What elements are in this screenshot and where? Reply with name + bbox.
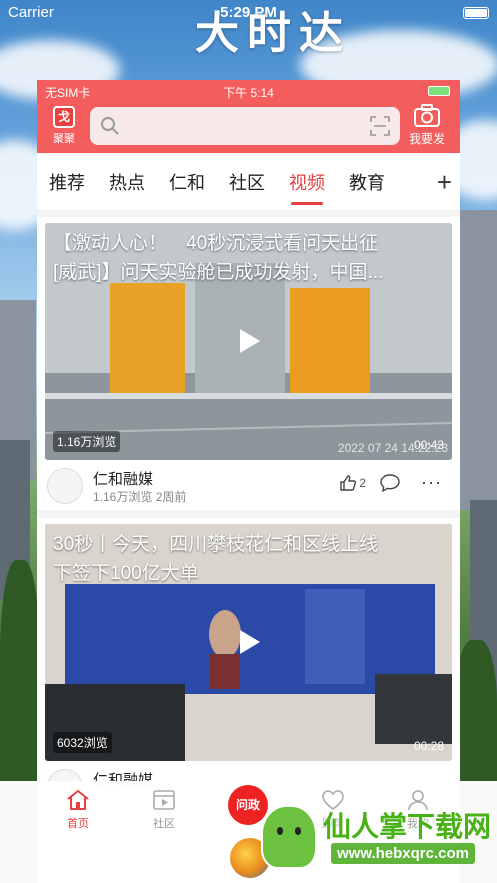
logo-icon: 戈 (53, 106, 75, 128)
avatar[interactable] (47, 468, 83, 504)
site-watermark: 仙人掌下载网 www.hebxqrc.com (261, 797, 491, 875)
views-badge: 1.16万浏览 (53, 431, 121, 452)
search-icon (101, 117, 119, 135)
splash-calligraphy: 大时达 (195, 8, 351, 59)
home-icon (67, 789, 89, 810)
post-label: 我要发 (408, 132, 445, 146)
tab-community[interactable]: 社区 (229, 169, 265, 195)
video-duration: 00:43 (413, 438, 444, 452)
post-stats: 1.16万浏览 2周前 (93, 490, 187, 504)
post-button[interactable]: 我要发 (404, 104, 450, 147)
watermark-url: www.hebxqrc.com (331, 843, 475, 864)
comment-icon[interactable] (380, 474, 400, 492)
tab-hot[interactable]: 热点 (109, 169, 145, 195)
like-count: 2 (359, 476, 366, 490)
nav-home[interactable]: 首页 (48, 789, 108, 831)
watermark-title: 仙人掌下载网 (323, 811, 492, 842)
tab-renhe[interactable]: 仁和 (169, 169, 205, 195)
logo-label: 聚聚 (53, 133, 75, 145)
inner-status-bar: 无SIM卡 下午 5:14 (37, 80, 460, 102)
video-title: 【激动人心！ 40秒沉浸式看问天出征 [威武]】问天实验舱已成功发射，中国... (53, 233, 384, 283)
cactus-mascot-icon (261, 805, 317, 869)
battery-icon (428, 86, 450, 96)
play-icon[interactable] (233, 326, 263, 356)
play-icon[interactable] (233, 627, 263, 657)
video-thumbnail[interactable]: 【激动人心！ 40秒沉浸式看问天出征 [威武]】问天实验舱已成功发射，中国...… (45, 223, 452, 460)
video-thumbnail[interactable]: 30秒丨今天，四川攀枝花仁和区线上线 下签下100亿大单 6032浏览 00:2… (45, 524, 452, 761)
nav-community[interactable]: 社区 (134, 789, 194, 831)
video-icon (153, 790, 175, 810)
video-title: 30秒丨今天，四川攀枝花仁和区线上线 下签下100亿大单 (53, 534, 379, 584)
views-badge: 6032浏览 (53, 732, 112, 753)
app-header: 无SIM卡 下午 5:14 戈 聚聚 我要发 (37, 80, 460, 153)
scan-icon[interactable] (370, 116, 390, 136)
app-logo-button[interactable]: 戈 聚聚 (49, 106, 79, 146)
tab-video[interactable]: 视频 (289, 169, 325, 205)
battery-icon (463, 7, 489, 19)
card-meta: 仁和融媒 1.16万浏览 2周前 2 ··· (45, 460, 452, 510)
like-button[interactable]: 2 (339, 474, 366, 492)
video-feed: 【激动人心！ 40秒沉浸式看问天出征 [威武]】问天实验舱已成功发射，中国...… (37, 211, 460, 811)
video-card: 【激动人心！ 40秒沉浸式看问天出征 [威武]】问天实验舱已成功发射，中国...… (37, 217, 460, 510)
channel-tabs: 推荐 热点 仁和 社区 视频 教育 + (37, 153, 460, 211)
tab-recommend[interactable]: 推荐 (49, 169, 85, 195)
camera-icon (414, 104, 440, 127)
tab-education[interactable]: 教育 (349, 169, 385, 195)
video-card: 30秒丨今天，四川攀枝花仁和区线上线 下签下100亿大单 6032浏览 00:2… (37, 518, 460, 811)
search-bar[interactable] (90, 107, 400, 145)
author-name[interactable]: 仁和融媒 (93, 468, 153, 489)
add-channel-button[interactable]: + (437, 167, 452, 198)
video-duration: 00:28 (413, 739, 444, 753)
app-screen: 无SIM卡 下午 5:14 戈 聚聚 我要发 推荐 热点 仁和 社区 视频 教育… (37, 80, 460, 883)
more-options-icon[interactable]: ··· (421, 472, 442, 493)
inner-clock: 下午 5:14 (223, 86, 274, 100)
thumbs-up-icon (340, 475, 357, 491)
